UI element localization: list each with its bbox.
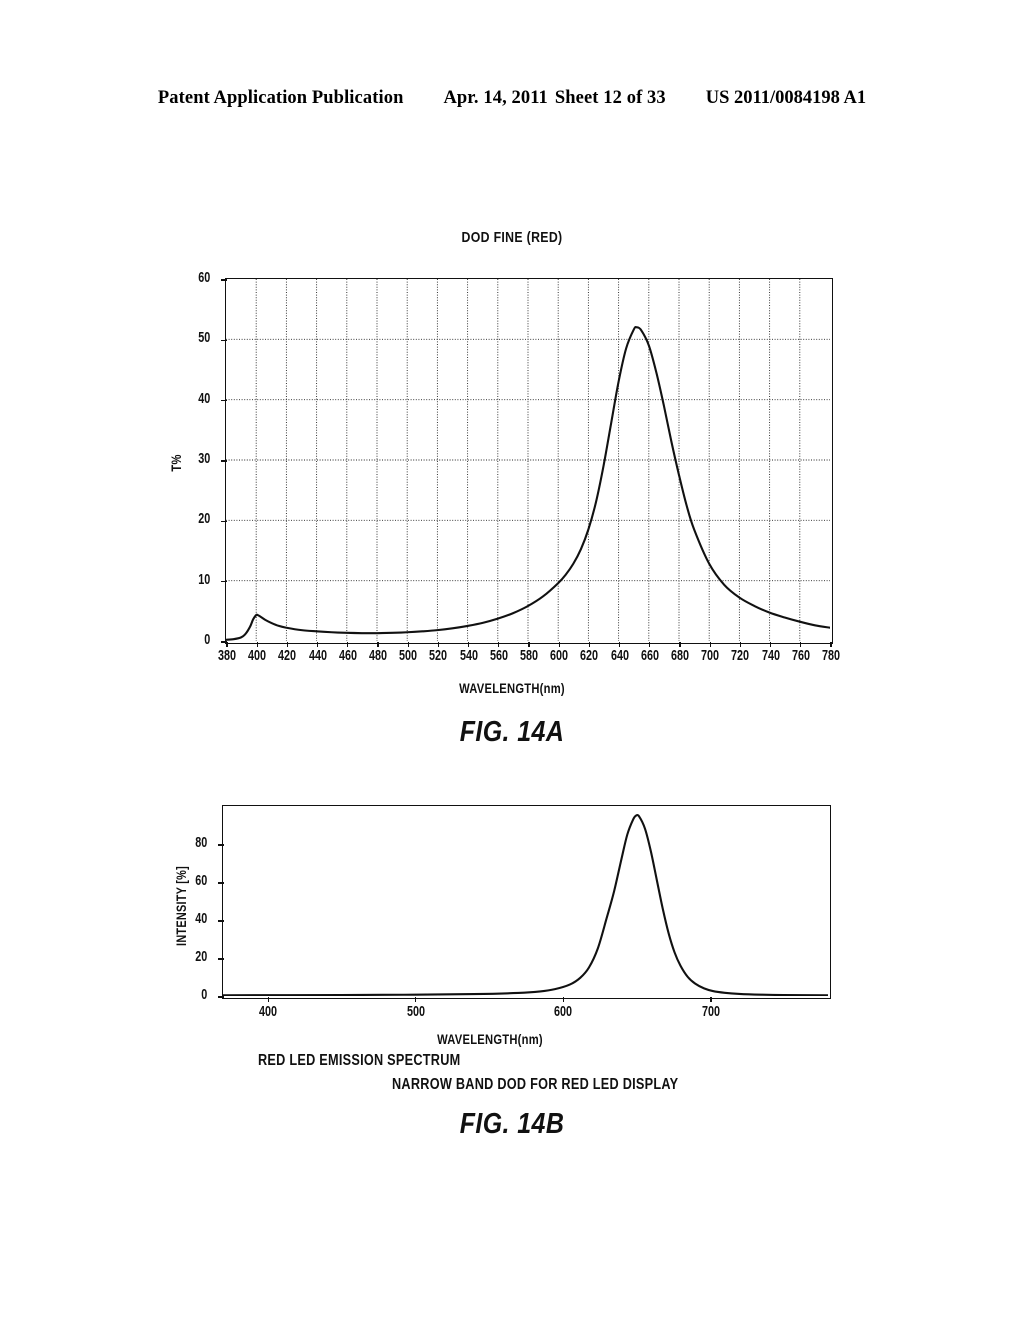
x-tick-mark <box>267 997 269 1002</box>
y-tick-mark <box>218 958 224 960</box>
note-narrow-band-dod: NARROW BAND DOD FOR RED LED DISPLAY <box>392 1076 679 1093</box>
y-tick-label: 20 <box>195 948 208 965</box>
figure-14b: INTENSITY [%] WAVELENGTH(nm) RED LED EMI… <box>0 0 1024 1320</box>
plot-area-14b <box>222 805 831 999</box>
x-tick-mark <box>562 997 564 1002</box>
note-red-led-emission-spectrum: RED LED EMISSION SPECTRUM <box>258 1052 461 1069</box>
y-tick-label: 0 <box>201 986 208 1003</box>
y-tick-label: 40 <box>195 910 208 927</box>
y-tick-mark <box>218 844 224 846</box>
y-tick-mark <box>218 882 224 884</box>
x-tick-label: 600 <box>554 1003 573 1020</box>
x-tick-label: 700 <box>701 1003 720 1020</box>
y-tick-mark <box>218 920 224 922</box>
patent-figure-page: Patent Application Publication Apr. 14, … <box>0 0 1024 1320</box>
x-tick-label: 500 <box>406 1003 425 1020</box>
y-tick-mark <box>218 996 224 998</box>
x-axis-label-14b: WAVELENGTH(nm) <box>437 1031 543 1047</box>
x-tick-mark <box>710 997 712 1002</box>
chart-canvas-14b <box>223 813 828 996</box>
x-tick-label: 400 <box>259 1003 278 1020</box>
x-tick-mark <box>415 997 417 1002</box>
y-tick-label: 60 <box>195 872 208 889</box>
y-tick-label: 80 <box>195 834 208 851</box>
figure-caption-14b: FIG. 14B <box>459 1108 565 1140</box>
